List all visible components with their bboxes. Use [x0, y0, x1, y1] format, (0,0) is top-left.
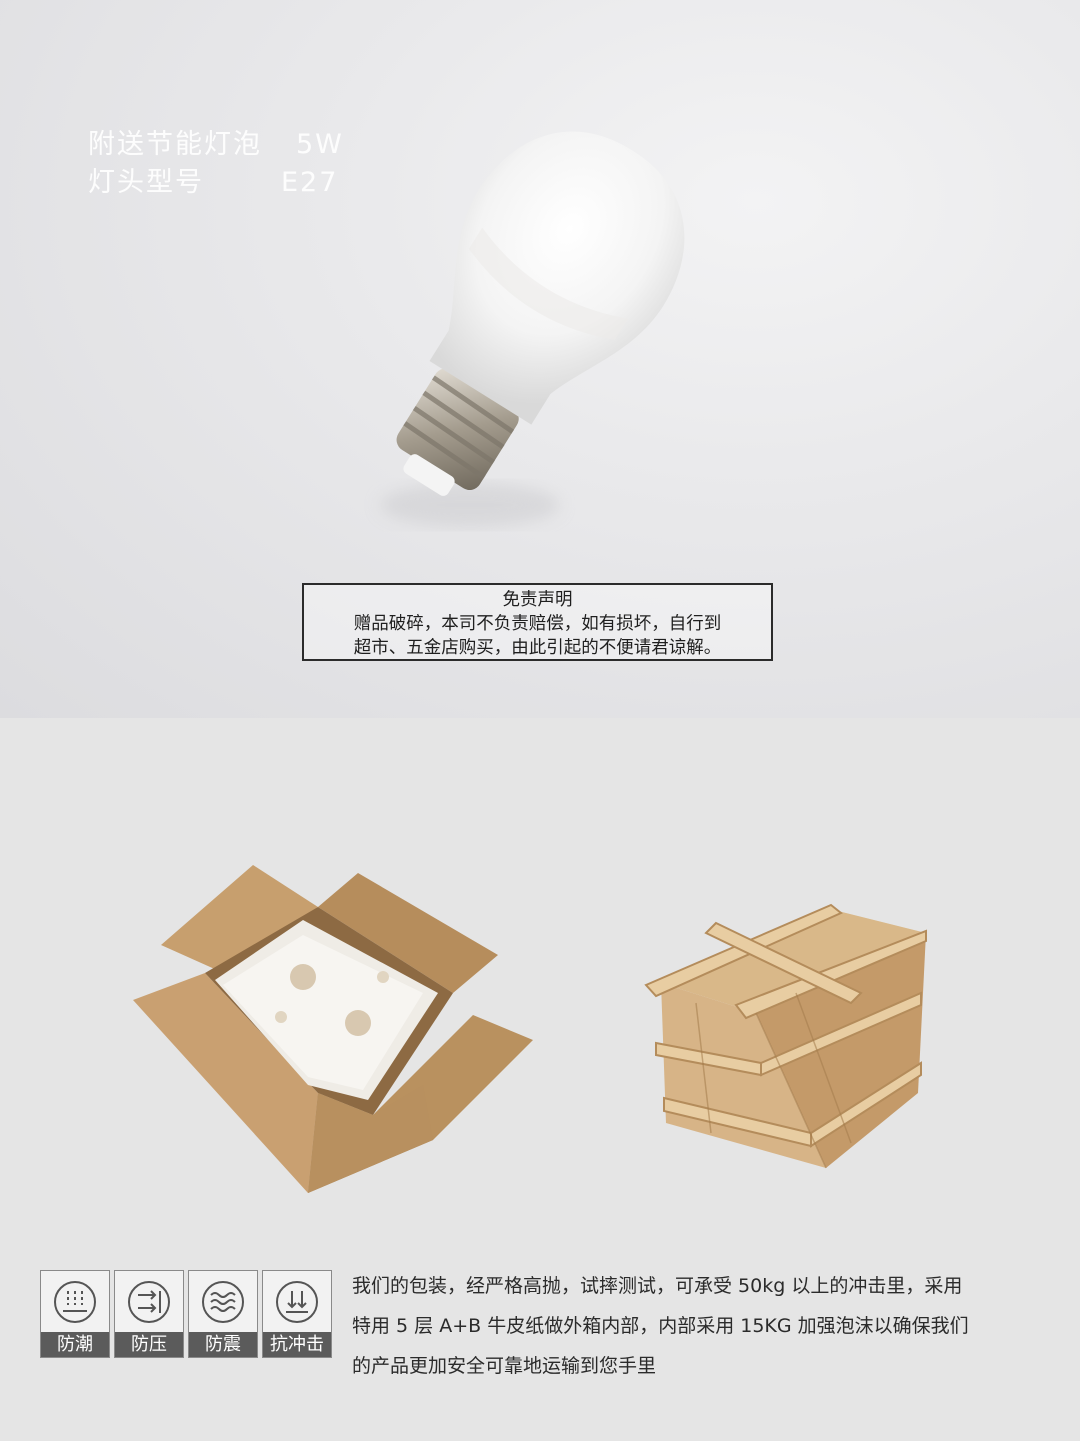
carton-box-image	[133, 865, 533, 1193]
feature-label: 防潮	[41, 1332, 109, 1357]
feature-label: 抗冲击	[263, 1332, 331, 1357]
feature-pressure-proof: 防压	[114, 1270, 184, 1358]
feature-label: 防震	[189, 1332, 257, 1357]
product-detail-page: 附送节能灯泡 5W 灯头型号 E27 免责声明 赠品破碎，本司不负责赔偿，如有损…	[0, 0, 1080, 1441]
spec-value-base: E27	[281, 167, 339, 198]
description-line: 我们的包装，经严格高抛，试摔测试，可承受 50kg 以上的冲击里，采用	[352, 1275, 963, 1297]
shock-icon	[202, 1281, 244, 1323]
feature-moisture-proof: 防潮	[40, 1270, 110, 1358]
disclaimer-line: 超市、五金店购买，由此引起的不便请君谅解。	[353, 638, 722, 658]
product-hero: 附送节能灯泡 5W 灯头型号 E27 免责声明 赠品破碎，本司不负责赔偿，如有损…	[0, 0, 1080, 718]
impact-icon	[276, 1281, 318, 1323]
spec-row-bulb: 附送节能灯泡 5W	[88, 127, 342, 163]
spec-row-base: 灯头型号 E27	[88, 165, 336, 201]
disclaimer-title: 免责声明	[502, 590, 573, 610]
disclaimer-box: 免责声明 赠品破碎，本司不负责赔偿，如有损坏，自行到 超市、五金店购买，由此引起…	[302, 583, 773, 661]
spec-value-wattage: 5W	[296, 129, 344, 160]
pressure-icon	[128, 1281, 170, 1323]
moisture-icon	[54, 1281, 96, 1323]
spec-label-bulb: 附送节能灯泡	[88, 129, 262, 160]
feature-shockproof: 防震	[188, 1270, 258, 1358]
wooden-crate-image	[644, 903, 927, 1169]
description-line: 特用 5 层 A+B 牛皮纸做外箱内部，内部采用 15KG 加强泡沫以确保我们	[352, 1315, 969, 1337]
packaging-section: 防潮 防压 防震 抗冲击 我们的包装，经严格高抛，试摔测试，可承受 50kg 以…	[0, 718, 1080, 1441]
packaging-description: 我们的包装，经严格高抛，试摔测试，可承受 50kg 以上的冲击里，采用 特用 5…	[352, 1266, 1052, 1386]
disclaimer-line: 赠品破碎，本司不负责赔偿，如有损坏，自行到	[353, 614, 722, 634]
description-line: 的产品更加安全可靠地运输到您手里	[352, 1355, 657, 1377]
feature-impact-resistant: 抗冲击	[262, 1270, 332, 1358]
light-bulb-image	[380, 131, 685, 527]
feature-label: 防压	[115, 1332, 183, 1357]
spec-label-base: 灯头型号	[88, 167, 204, 198]
